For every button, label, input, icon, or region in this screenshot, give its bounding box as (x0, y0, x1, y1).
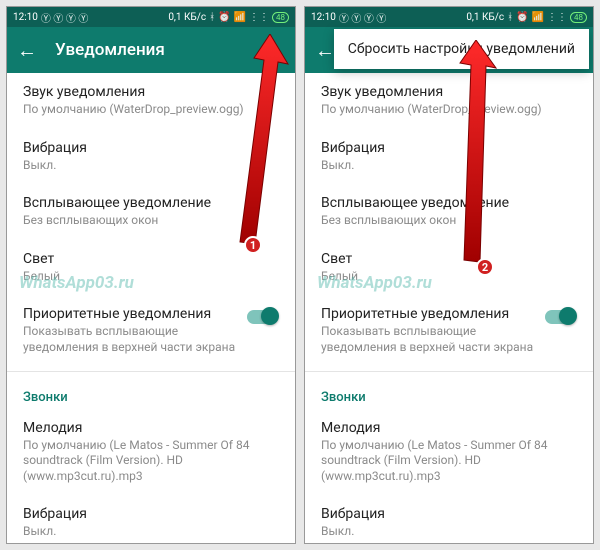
phone-screenshot-right: 12:10 Ⓨ Ⓨ Ⓨ Ⓨ 0,1 КБ/с ᚼ ⏰ 📶 ⋮⋮ 48 ← Сбр… (304, 6, 594, 544)
setting-popup-notification[interactable]: Всплывающее уведомление Без всплывающих … (305, 184, 593, 240)
status-bar: 12:10 Ⓨ Ⓨ Ⓨ Ⓨ 0,1 КБ/с ᚼ ⏰ 📶 ⋮⋮ 48 (7, 7, 295, 27)
setting-light[interactable]: Свет Белый (305, 240, 593, 296)
setting-ringtone[interactable]: Мелодия По умолчанию (Le Matos - Summer … (7, 409, 295, 496)
app-title: Уведомления (55, 40, 256, 60)
back-icon[interactable]: ← (17, 38, 37, 63)
status-app-icon: Ⓨ Ⓨ Ⓨ Ⓨ (339, 10, 386, 25)
overflow-menu-icon[interactable]: ⋮ (256, 36, 285, 65)
setting-notification-sound[interactable]: Звук уведомления По умолчанию (WaterDrop… (305, 73, 593, 129)
bluetooth-icon: ᚼ (209, 12, 215, 23)
setting-popup-notification[interactable]: Всплывающее уведомление Без всплывающих … (7, 184, 295, 240)
battery-icon: 48 (570, 12, 587, 23)
status-time: 12:10 (311, 12, 336, 23)
alarm-icon: ⏰ (218, 12, 230, 23)
menu-reset-notifications[interactable]: Сбросить настройки уведомлений (334, 29, 589, 69)
wifi-icon: ⋮⋮ (249, 12, 269, 23)
signal-icon: 📶 (234, 12, 246, 23)
settings-list: Звук уведомления По умолчанию (WaterDrop… (7, 73, 295, 543)
divider (7, 371, 295, 372)
annotation-badge-1: 1 (244, 236, 262, 254)
status-bar: 12:10 Ⓨ Ⓨ Ⓨ Ⓨ 0,1 КБ/с ᚼ ⏰ 📶 ⋮⋮ 48 (305, 7, 593, 27)
bluetooth-icon: ᚼ (507, 12, 513, 23)
back-icon[interactable]: ← (315, 38, 335, 63)
setting-high-priority[interactable]: Приоритетные уведомления Показывать вспл… (305, 295, 593, 366)
menu-item-label: Сбросить настройки уведомлений (348, 41, 575, 57)
settings-list: Звук уведомления По умолчанию (WaterDrop… (305, 73, 593, 543)
setting-high-priority[interactable]: Приоритетные уведомления Показывать вспл… (7, 295, 295, 366)
alarm-icon: ⏰ (516, 12, 528, 23)
battery-icon: 48 (272, 12, 289, 23)
toggle-switch-on[interactable] (247, 310, 277, 324)
setting-call-vibration[interactable]: Вибрация Выкл. (7, 495, 295, 543)
section-header-calls: Звонки (7, 376, 295, 409)
status-speed: 0,1 КБ/с (168, 12, 206, 23)
setting-ringtone[interactable]: Мелодия По умолчанию (Le Matos - Summer … (305, 409, 593, 496)
signal-icon: 📶 (532, 12, 544, 23)
app-bar: ← Уведомления ⋮ (7, 27, 295, 73)
phone-screenshot-left: 12:10 Ⓨ Ⓨ Ⓨ Ⓨ 0,1 КБ/с ᚼ ⏰ 📶 ⋮⋮ 48 ← Уве… (6, 6, 296, 544)
toggle-switch-on[interactable] (545, 310, 575, 324)
setting-notification-sound[interactable]: Звук уведомления По умолчанию (WaterDrop… (7, 73, 295, 129)
setting-call-vibration[interactable]: Вибрация Выкл. (305, 495, 593, 543)
annotation-badge-2: 2 (476, 258, 494, 276)
wifi-icon: ⋮⋮ (547, 12, 567, 23)
setting-vibration[interactable]: Вибрация Выкл. (305, 129, 593, 185)
status-speed: 0,1 КБ/с (466, 12, 504, 23)
section-header-calls: Звонки (305, 376, 593, 409)
status-time: 12:10 (13, 12, 38, 23)
divider (305, 371, 593, 372)
status-app-icon: Ⓨ Ⓨ Ⓨ Ⓨ (41, 10, 88, 25)
setting-vibration[interactable]: Вибрация Выкл. (7, 129, 295, 185)
